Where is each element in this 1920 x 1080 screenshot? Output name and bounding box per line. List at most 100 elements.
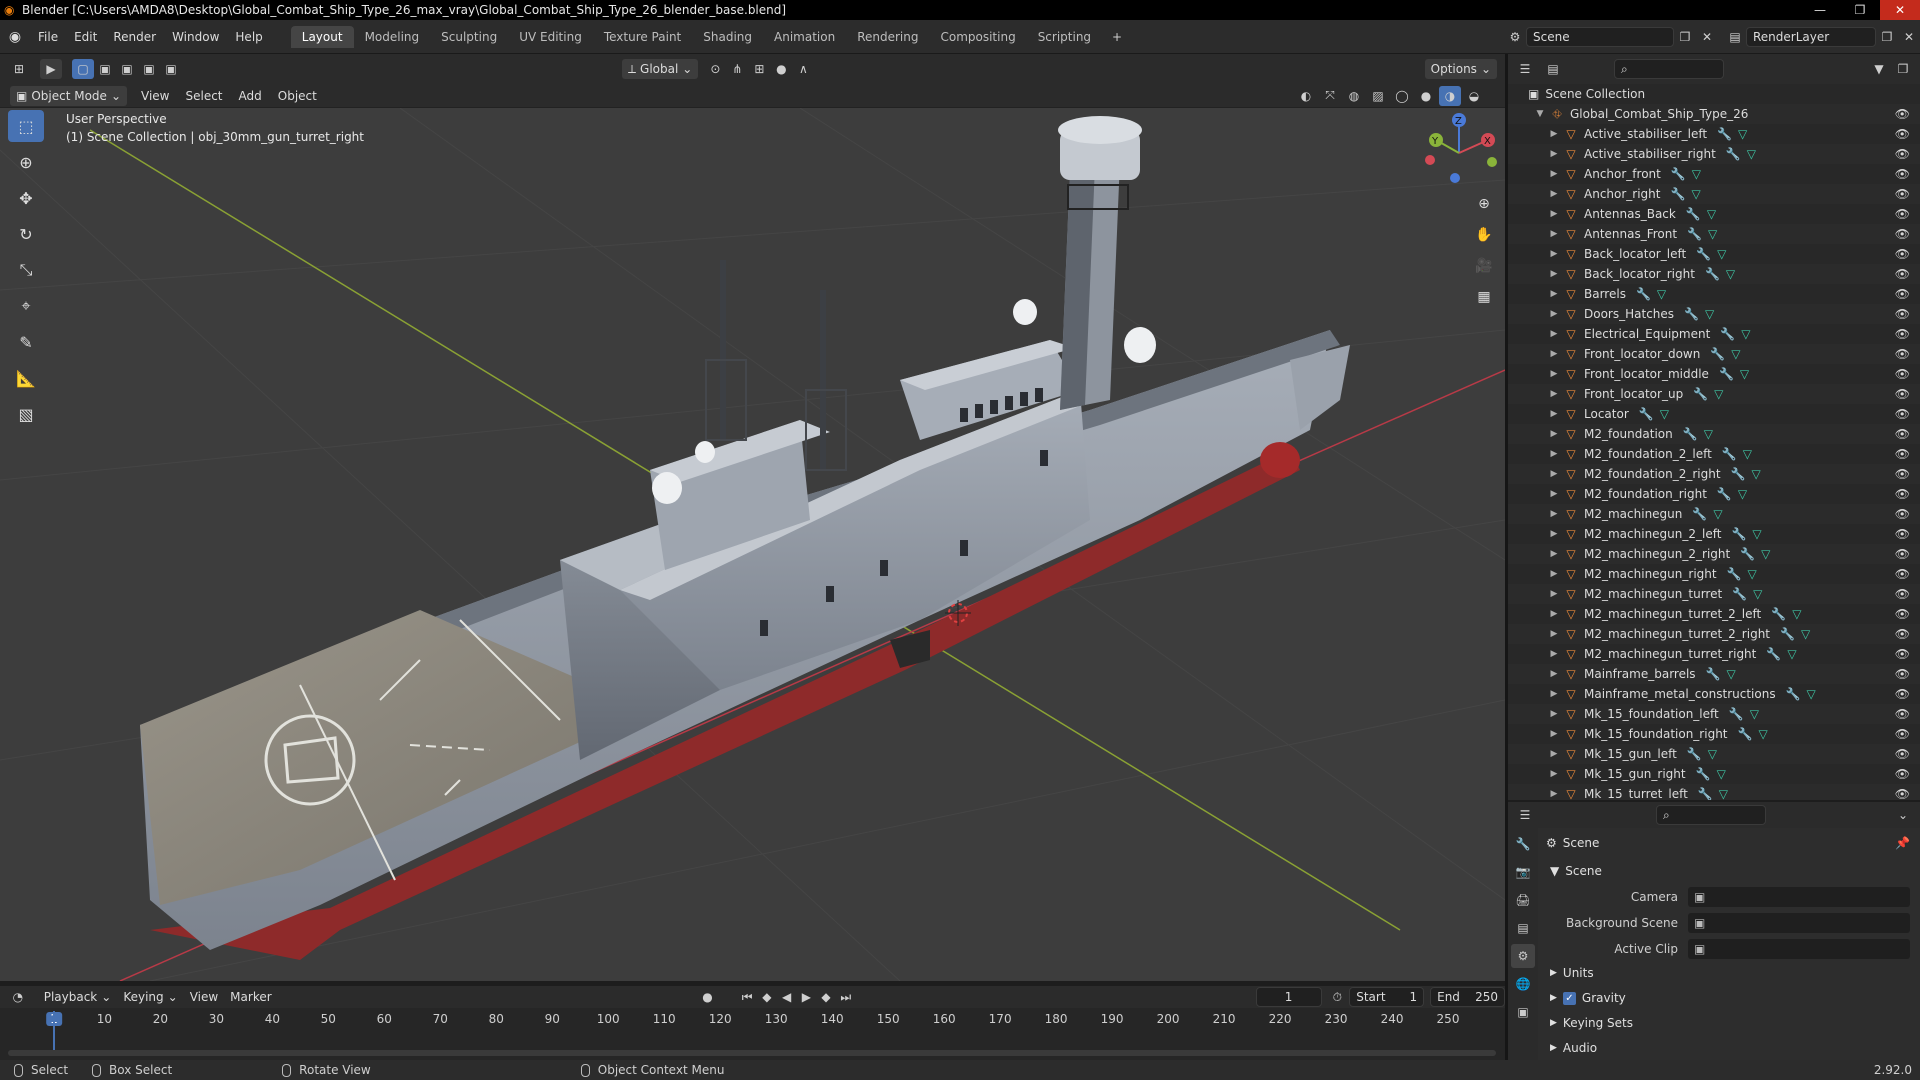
mesh-data-icon[interactable]: ▽ [1708, 747, 1717, 761]
pivot-point-icon[interactable]: ⊙ [704, 59, 726, 79]
mesh-data-icon[interactable]: ▽ [1660, 407, 1669, 421]
visibility-eye-icon[interactable]: 👁 [1895, 787, 1910, 800]
mesh-data-icon[interactable]: ▽ [1748, 567, 1757, 581]
ship-model[interactable] [140, 116, 1350, 960]
modifier-wrench-icon[interactable]: 🔧 [1727, 567, 1742, 581]
view-layer-tab-icon[interactable]: ▤ [1511, 916, 1535, 940]
modifier-wrench-icon[interactable]: 🔧 [1717, 127, 1732, 141]
visibility-eye-icon[interactable]: 👁 [1895, 607, 1910, 621]
menu-edit[interactable]: Edit [66, 26, 105, 48]
outliner-collection[interactable]: ▼ ⛗ Global_Combat_Ship_Type_26 👁 [1508, 104, 1920, 124]
gravity-checkbox[interactable]: ✓ [1562, 991, 1576, 1005]
snap-target-icon[interactable]: ⊞ [748, 59, 770, 79]
end-frame-field[interactable]: End 250 [1430, 987, 1505, 1007]
options-dropdown[interactable]: Options ⌄ [1424, 59, 1497, 79]
visibility-eye-icon[interactable]: 👁 [1895, 207, 1910, 221]
new-scene-icon[interactable]: ❐ [1674, 27, 1696, 47]
outliner-item[interactable]: ▶ ▽ M2_foundation 🔧 ▽ 👁 [1508, 424, 1920, 444]
outliner-item[interactable]: ▶ ▽ Mk_15_gun_right 🔧 ▽ 👁 [1508, 764, 1920, 784]
tab-animation[interactable]: Animation [763, 26, 846, 48]
modifier-wrench-icon[interactable]: 🔧 [1687, 227, 1702, 241]
mesh-data-icon[interactable]: ▽ [1738, 127, 1747, 141]
visibility-eye-icon[interactable]: 👁 [1895, 167, 1910, 181]
outliner-item[interactable]: ▶ ▽ Anchor_front 🔧 ▽ 👁 [1508, 164, 1920, 184]
visibility-eye-icon[interactable]: 👁 [1895, 127, 1910, 141]
tab-uv-editing[interactable]: UV Editing [508, 26, 593, 48]
subpanel-units[interactable]: ▶ Units [1550, 966, 1594, 980]
visibility-eye-icon[interactable]: 👁 [1895, 507, 1910, 521]
visibility-eye-icon[interactable]: 👁 [1895, 727, 1910, 741]
tab-compositing[interactable]: Compositing [929, 26, 1026, 48]
modifier-wrench-icon[interactable]: 🔧 [1706, 667, 1721, 681]
timeline-scrollbar[interactable] [8, 1050, 1496, 1056]
expand-triangle-icon[interactable]: ▶ [1548, 569, 1560, 579]
expand-triangle-icon[interactable]: ▶ [1548, 629, 1560, 639]
modifier-wrench-icon[interactable]: 🔧 [1731, 467, 1746, 481]
modifier-wrench-icon[interactable]: 🔧 [1786, 687, 1801, 701]
expand-triangle-icon[interactable]: ▶ [1548, 309, 1560, 319]
tab-sculpting[interactable]: Sculpting [430, 26, 508, 48]
cursor-tool-icon[interactable]: ⊕ [8, 146, 44, 178]
visibility-eye-icon[interactable]: 👁 [1895, 667, 1910, 681]
timeline-menu-playback[interactable]: Playback ⌄ [38, 987, 118, 1007]
modifier-wrench-icon[interactable]: 🔧 [1671, 187, 1686, 201]
subpanel-gravity[interactable]: ▶ ✓ Gravity [1550, 991, 1626, 1005]
modifier-wrench-icon[interactable]: 🔧 [1722, 447, 1737, 461]
record-icon[interactable]: ● [698, 987, 718, 1007]
mesh-data-icon[interactable]: ▽ [1752, 467, 1761, 481]
mesh-data-icon[interactable]: ▽ [1714, 387, 1723, 401]
select-mode-invert-icon[interactable]: ▣ [138, 59, 160, 79]
tab-rendering[interactable]: Rendering [846, 26, 929, 48]
modifier-wrench-icon[interactable]: 🔧 [1636, 287, 1651, 301]
properties-editor-icon[interactable]: ☰ [1514, 805, 1536, 825]
outliner-item[interactable]: ▶ ▽ Front_locator_down 🔧 ▽ 👁 [1508, 344, 1920, 364]
menu-help[interactable]: Help [227, 26, 270, 48]
mesh-data-icon[interactable]: ▽ [1758, 727, 1767, 741]
outliner-item[interactable]: ▶ ▽ Mk_15_turret_left 🔧 ▽ 👁 [1508, 784, 1920, 800]
outliner-item[interactable]: ▶ ▽ Active_stabiliser_right 🔧 ▽ 👁 [1508, 144, 1920, 164]
tool-tab-icon[interactable]: 🔧 [1511, 832, 1535, 856]
visibility-eye-icon[interactable]: 👁 [1895, 487, 1910, 501]
visibility-eye-icon[interactable]: 👁 [1895, 527, 1910, 541]
close-button[interactable]: ✕ [1880, 0, 1920, 20]
render-tab-icon[interactable]: 📷 [1511, 860, 1535, 884]
3d-viewport[interactable] [0, 108, 1505, 981]
outliner-item[interactable]: ▶ ▽ Active_stabiliser_left 🔧 ▽ 👁 [1508, 124, 1920, 144]
tab-scripting[interactable]: Scripting [1027, 26, 1102, 48]
mesh-data-icon[interactable]: ▽ [1726, 267, 1735, 281]
modifier-wrench-icon[interactable]: 🔧 [1726, 147, 1741, 161]
ortho-grid-icon[interactable]: ▦ [1470, 283, 1498, 311]
visibility-eye-icon[interactable]: 👁 [1895, 307, 1910, 321]
expand-triangle-icon[interactable]: ▶ [1548, 369, 1560, 379]
mesh-data-icon[interactable]: ▽ [1807, 687, 1816, 701]
shading-solid-icon[interactable]: ● [1415, 86, 1437, 106]
mesh-data-icon[interactable]: ▽ [1750, 707, 1759, 721]
modifier-wrench-icon[interactable]: 🔧 [1717, 487, 1732, 501]
expand-triangle-icon[interactable]: ▶ [1548, 269, 1560, 279]
viewport-menu-view[interactable]: View [133, 85, 177, 107]
outliner-item[interactable]: ▶ ▽ Barrels 🔧 ▽ 👁 [1508, 284, 1920, 304]
output-tab-icon[interactable]: 🖨 [1511, 888, 1535, 912]
pin-icon[interactable]: 📌 [1895, 836, 1910, 850]
expand-triangle-icon[interactable]: ▶ [1548, 469, 1560, 479]
filter-icon[interactable]: ▼ [1868, 59, 1890, 79]
select-mode-new-icon[interactable]: ▢ [72, 59, 94, 79]
scale-tool-icon[interactable]: ⤡ [8, 254, 44, 286]
mesh-data-icon[interactable]: ▽ [1719, 787, 1728, 800]
measure-tool-icon[interactable]: 📐 [8, 362, 44, 394]
viewport-scene[interactable] [0, 108, 1505, 981]
mesh-data-icon[interactable]: ▽ [1705, 307, 1714, 321]
xray-toggle-icon[interactable]: ▨ [1367, 86, 1389, 106]
modifier-wrench-icon[interactable]: 🔧 [1720, 327, 1735, 341]
scene-selector[interactable]: Scene [1526, 27, 1674, 47]
expand-triangle-icon[interactable]: ▶ [1548, 609, 1560, 619]
expand-triangle-icon[interactable]: ▶ [1548, 729, 1560, 739]
timeline[interactable]: 1102030405060708090100110120130140150160… [0, 1008, 1505, 1060]
expand-triangle-icon[interactable]: ▶ [1548, 649, 1560, 659]
visibility-eye-icon[interactable]: 👁 [1895, 747, 1910, 761]
visibility-eye-icon[interactable]: 👁 [1895, 347, 1910, 361]
shading-rendered-icon[interactable]: ◒ [1463, 86, 1485, 106]
visibility-eye-icon[interactable]: 👁 [1895, 767, 1910, 781]
expand-triangle-icon[interactable]: ▶ [1548, 689, 1560, 699]
modifier-wrench-icon[interactable]: 🔧 [1687, 747, 1702, 761]
